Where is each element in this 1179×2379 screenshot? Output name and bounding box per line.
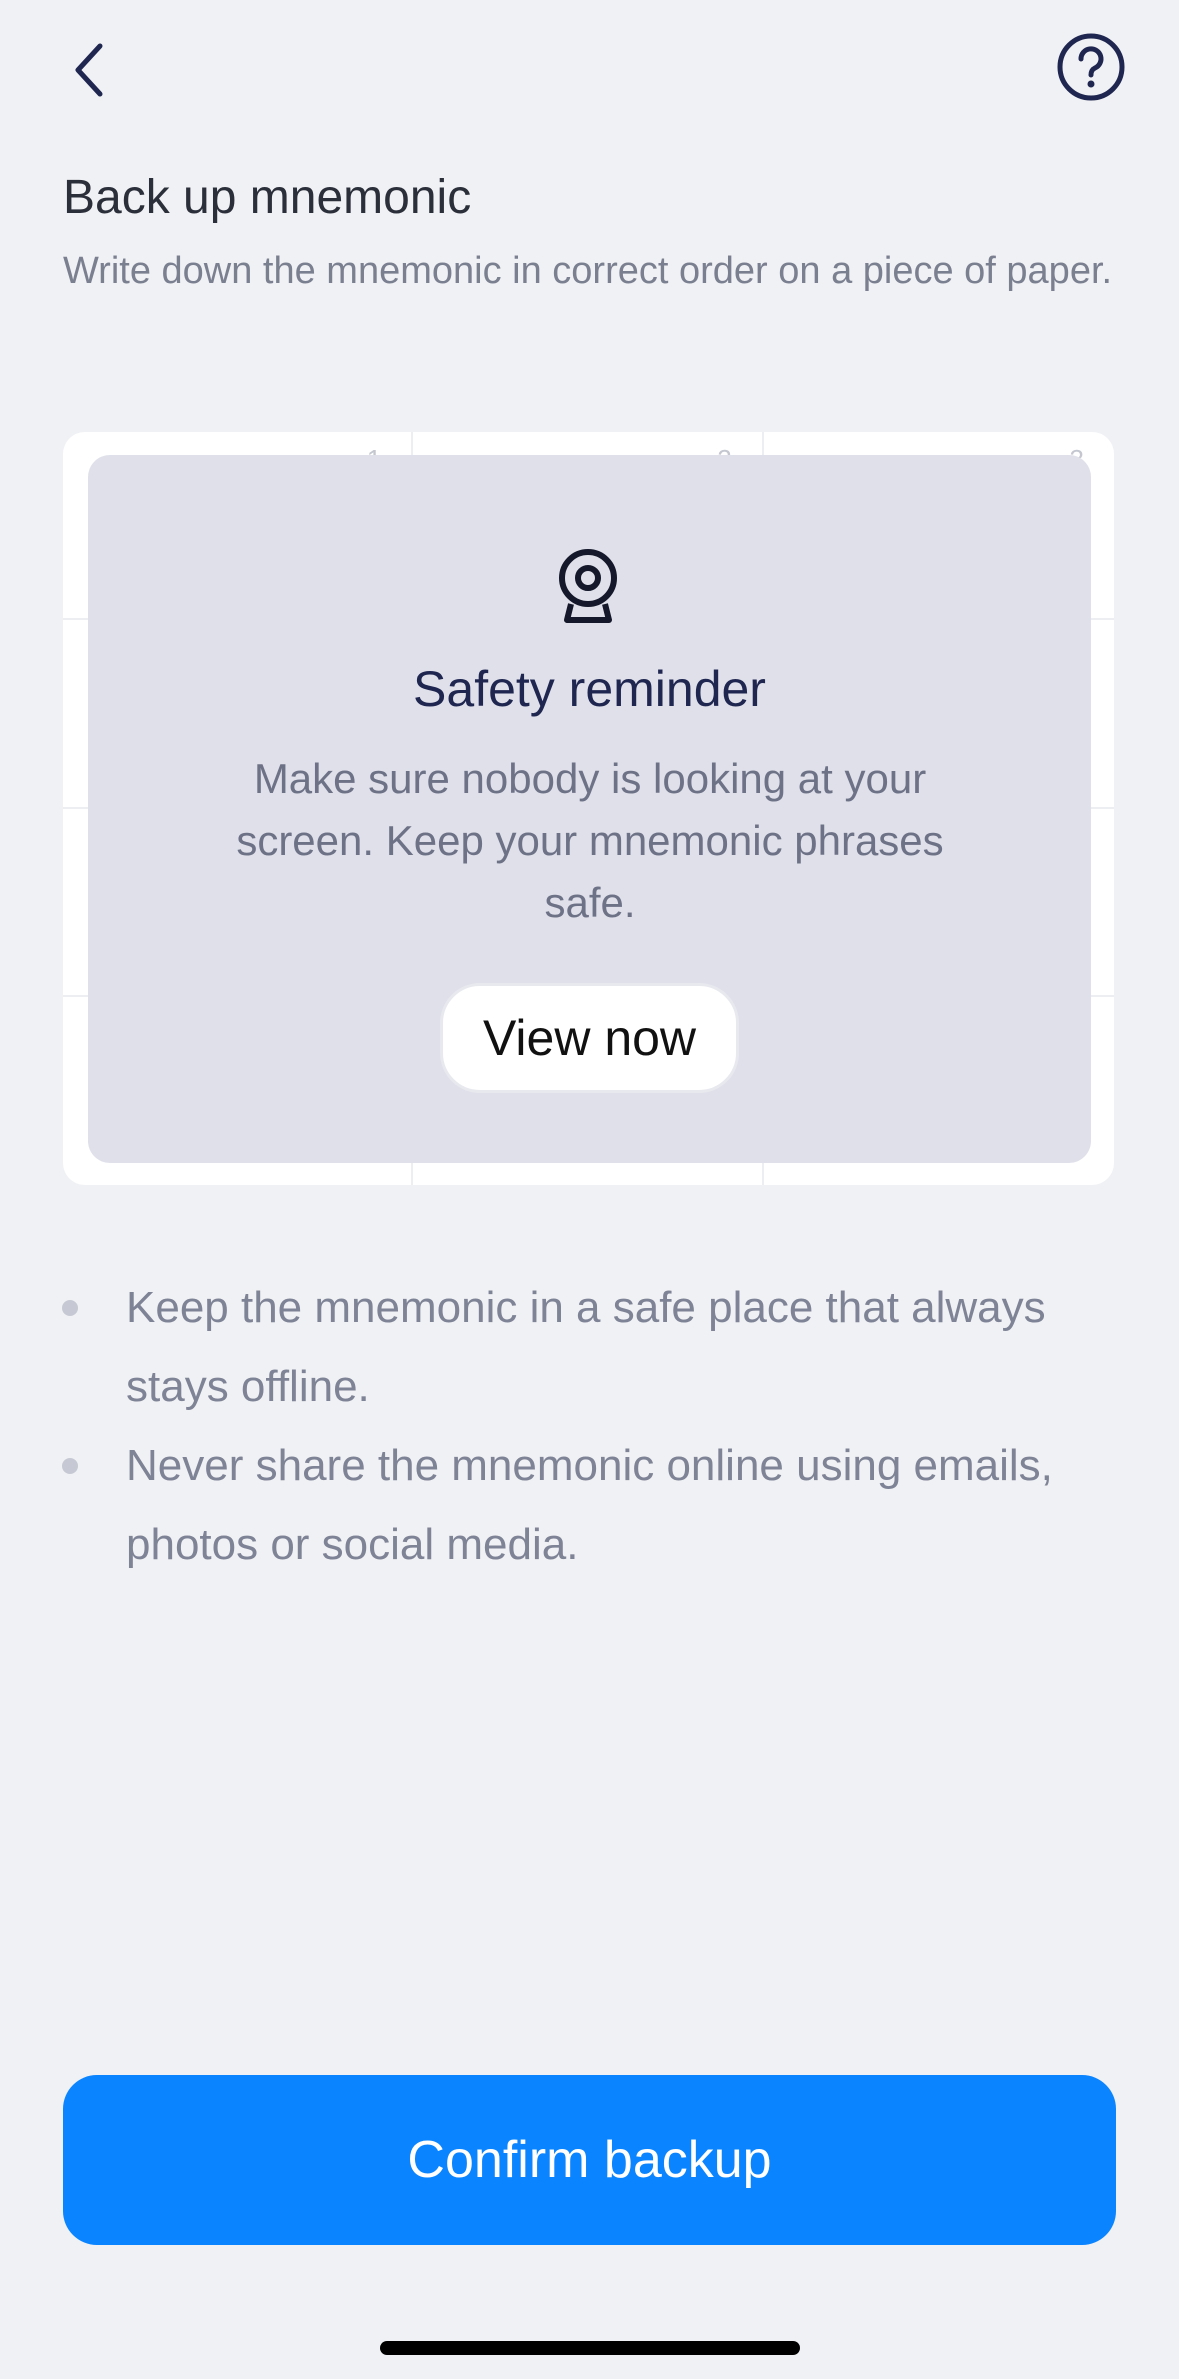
- help-button[interactable]: [1056, 32, 1126, 102]
- bullet-icon: [62, 1458, 78, 1474]
- safety-reminder-text: Make sure nobody is looking at your scre…: [236, 755, 944, 926]
- home-indicator[interactable]: [380, 2341, 800, 2355]
- page-title: Back up mnemonic: [63, 171, 472, 224]
- safety-reminder-title: Safety reminder: [413, 661, 766, 717]
- tip-text: Keep the mnemonic in a safe place that a…: [126, 1283, 1046, 1411]
- chevron-left-icon: [75, 43, 103, 97]
- tips-list: Keep the mnemonic in a safe place that a…: [60, 1268, 1120, 1584]
- list-item: Never share the mnemonic online using em…: [60, 1426, 1120, 1584]
- webcam-icon: [559, 549, 617, 623]
- question-circle-icon: [1057, 33, 1125, 101]
- view-now-button[interactable]: View now: [440, 983, 739, 1093]
- confirm-backup-button[interactable]: Confirm backup: [63, 2075, 1116, 2245]
- backup-mnemonic-screen: Back up mnemonic Write down the mnemonic…: [0, 0, 1179, 2379]
- page-subtitle: Write down the mnemonic in correct order…: [63, 250, 1113, 292]
- bullet-icon: [62, 1300, 78, 1316]
- list-item: Keep the mnemonic in a safe place that a…: [60, 1268, 1120, 1426]
- back-button[interactable]: [50, 30, 130, 110]
- tip-text: Never share the mnemonic online using em…: [126, 1441, 1053, 1569]
